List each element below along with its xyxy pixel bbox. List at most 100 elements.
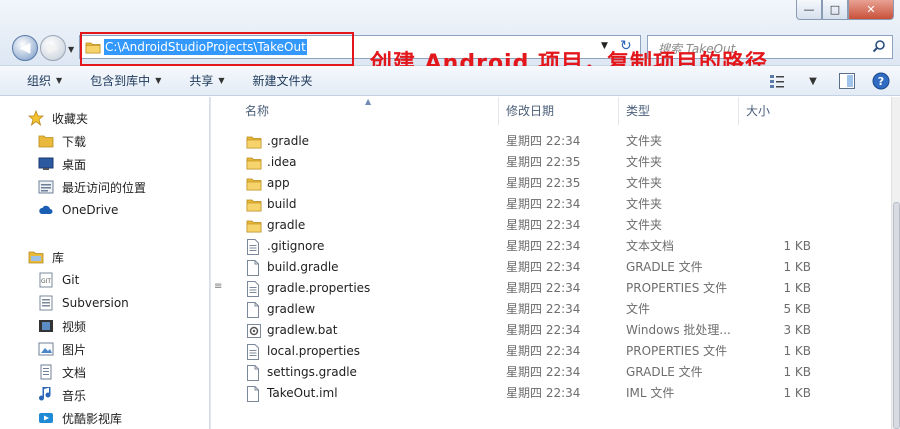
sidebar-item-git[interactable]: GIT Git [38, 270, 79, 290]
file-name-cell[interactable]: gradle.properties [246, 278, 370, 299]
sidebar-item-libraries[interactable]: 库 [28, 247, 64, 267]
file-name-cell[interactable]: .idea [246, 152, 297, 173]
file-row[interactable]: TakeOut.iml 星期四 22:34 IML 文件 1 KB [225, 383, 891, 404]
column-header-label: 修改日期 [506, 104, 555, 118]
help-button[interactable]: ? [870, 70, 892, 92]
close-button[interactable]: ✕ [848, 0, 894, 20]
file-type: 文件夹 [626, 218, 663, 232]
file-size [745, 215, 811, 236]
folder-icon [246, 155, 262, 171]
file-modified-date: 星期四 22:34 [506, 302, 581, 316]
sidebar-item-favorites[interactable]: 收藏夹 [28, 108, 88, 128]
sidebar-item-onedrive[interactable]: OneDrive [38, 200, 118, 220]
svg-text:?: ? [878, 75, 884, 88]
share-menu[interactable]: 共享 ▼ [175, 66, 238, 96]
minimize-button[interactable]: — [796, 0, 822, 20]
file-name-cell[interactable]: app [246, 173, 290, 194]
sidebar-item-label: 视频 [62, 319, 87, 334]
file-name: .gradle [267, 134, 310, 148]
arrow-left-icon: ◀ [19, 40, 31, 56]
back-button[interactable]: ◀ [12, 35, 38, 61]
file-modified-date: 星期四 22:34 [506, 218, 581, 232]
share-label: 共享 [189, 74, 214, 88]
sidebar-item-documents[interactable]: 文档 [38, 362, 86, 382]
scrollbar-thumb[interactable] [893, 202, 900, 429]
file-row[interactable]: gradle 星期四 22:34 文件夹 [225, 215, 891, 236]
file-name-cell[interactable]: build [246, 194, 297, 215]
file-row[interactable]: local.properties 星期四 22:34 PROPERTIES 文件 1 … [225, 341, 891, 362]
sidebar-item-label: 下载 [62, 134, 87, 149]
change-view-button[interactable] [768, 70, 790, 92]
sidebar-item-label: Git [62, 273, 80, 287]
sidebar-item-subversion[interactable]: Subversion [38, 293, 129, 313]
file-row[interactable]: build.gradle 星期四 22:34 GRADLE 文件 1 KB [225, 257, 891, 278]
batch-file-icon [246, 323, 262, 339]
file-type: PROPERTIES 文件 [626, 281, 728, 295]
file-name-cell[interactable]: .gradle [246, 131, 309, 152]
file-row[interactable]: gradlew.bat 星期四 22:34 Windows 批处理... 3 KB [225, 320, 891, 341]
file-modified-date: 星期四 22:35 [506, 155, 581, 169]
recent-pages-dropdown[interactable]: ▼ [68, 45, 74, 54]
file-modified-date: 星期四 22:34 [506, 386, 581, 400]
file-icon [246, 385, 262, 402]
file-row[interactable]: app 星期四 22:35 文件夹 [225, 173, 891, 194]
file-name-cell[interactable]: gradlew [246, 299, 315, 320]
file-name-cell[interactable]: TakeOut.iml [246, 383, 338, 404]
sidebar-item-label: 音乐 [62, 388, 87, 403]
pane-splitter[interactable]: ≡ [210, 97, 224, 429]
file-row[interactable]: gradle.properties 星期四 22:34 PROPERTIES 文件 1… [225, 278, 891, 299]
file-row[interactable]: .idea 星期四 22:35 文件夹 [225, 152, 891, 173]
include-in-library-menu[interactable]: 包含到库中 ▼ [76, 66, 175, 96]
folder-icon [246, 218, 262, 234]
view-list-icon [770, 75, 784, 88]
preview-pane-button[interactable] [836, 70, 858, 92]
column-header-label: 类型 [626, 104, 651, 118]
column-header-type[interactable]: 类型 [619, 97, 739, 125]
column-header-size[interactable]: 大小 [739, 97, 819, 125]
file-modified-date: 星期四 22:34 [506, 344, 581, 358]
vertical-scrollbar[interactable] [891, 97, 900, 429]
sidebar-item-downloads[interactable]: 下载 [38, 131, 86, 151]
sidebar-item-recent-places[interactable]: 最近访问的位置 [38, 177, 146, 197]
view-options-dropdown[interactable]: ▼ [802, 70, 824, 92]
command-toolbar: 组织 ▼ 包含到库中 ▼ 共享 ▼ 新建文件夹 ▼ ? [0, 66, 900, 96]
file-row[interactable]: build 星期四 22:34 文件夹 [225, 194, 891, 215]
documents-icon [38, 364, 54, 380]
file-row[interactable]: gradlew 星期四 22:34 文件 5 KB [225, 299, 891, 320]
forward-button[interactable]: ▶ [40, 35, 66, 61]
file-name-cell[interactable]: settings.gradle [246, 362, 357, 383]
file-size [745, 152, 811, 173]
file-modified-date: 星期四 22:35 [506, 176, 581, 190]
file-name-cell[interactable]: build.gradle [246, 257, 339, 278]
new-folder-button[interactable]: 新建文件夹 [239, 66, 327, 96]
organize-menu[interactable]: 组织 ▼ [0, 66, 76, 96]
file-size [745, 173, 811, 194]
file-name: .gitignore [267, 239, 325, 253]
sidebar-item-desktop[interactable]: 桌面 [38, 154, 86, 174]
sidebar-item-videos[interactable]: 视频 [38, 316, 86, 336]
file-size: 1 KB [783, 260, 811, 274]
preview-pane-icon [839, 73, 855, 89]
search-icon[interactable] [872, 39, 886, 53]
sidebar-item-pictures[interactable]: 图片 [38, 339, 86, 359]
file-name-cell[interactable]: gradle [246, 215, 305, 236]
file-name-cell[interactable]: gradlew.bat [246, 320, 337, 341]
sidebar-item-music[interactable]: 音乐 [38, 385, 86, 405]
sidebar-item-youku-library[interactable]: 优酷影视库 [38, 408, 122, 428]
file-size [745, 194, 811, 215]
file-row[interactable]: .gitignore 星期四 22:34 文本文档 1 KB [225, 236, 891, 257]
file-size: 1 KB [783, 281, 811, 295]
desktop-icon [38, 156, 54, 172]
column-header-label: 大小 [746, 104, 771, 118]
file-row[interactable]: settings.gradle 星期四 22:34 GRADLE 文件 1 KB [225, 362, 891, 383]
file-row[interactable]: .gradle 星期四 22:34 文件夹 [225, 131, 891, 152]
file-name: gradle.properties [267, 281, 371, 295]
maximize-button[interactable]: □ [822, 0, 848, 20]
column-header-modified[interactable]: 修改日期 [499, 97, 619, 125]
column-header-name[interactable]: ▲ 名称 [225, 97, 499, 125]
sidebar-item-label: 最近访问的位置 [62, 180, 147, 195]
file-name-cell[interactable]: .gitignore [246, 236, 324, 257]
file-name-cell[interactable]: local.properties [246, 341, 360, 362]
file-size [745, 131, 811, 152]
file-icon [246, 364, 262, 381]
